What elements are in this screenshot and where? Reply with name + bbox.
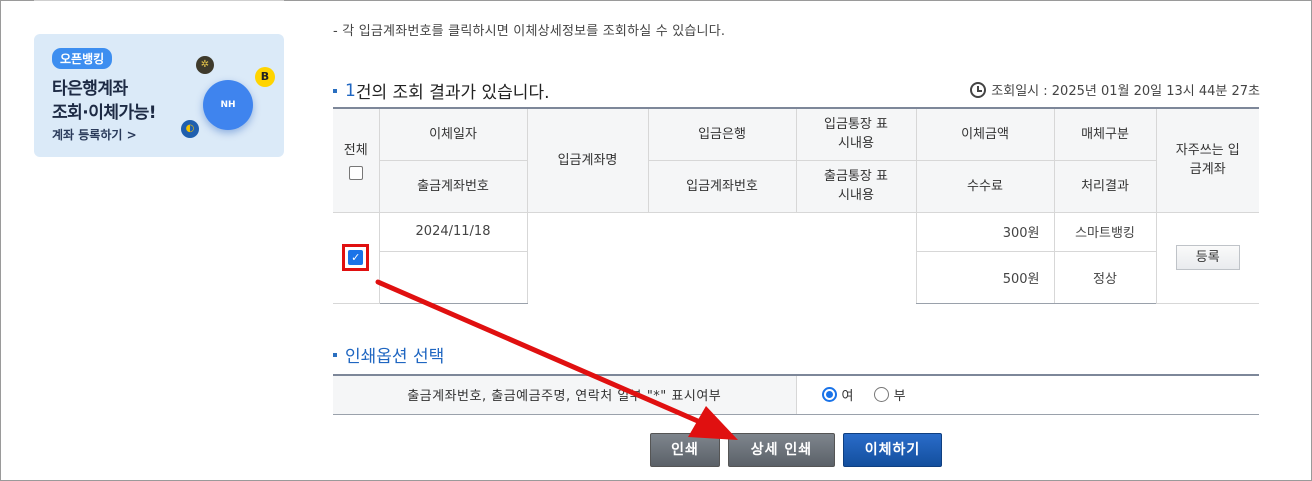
result-heading: 1 건의 조회 결과가 있습니다. — [333, 78, 549, 103]
masking-no-label[interactable]: 부 — [894, 389, 906, 404]
transfer-button[interactable]: 이체하기 — [843, 433, 942, 467]
register-button[interactable]: 등록 — [1175, 245, 1240, 270]
header-out-memo: 출금통장 표시내용 — [795, 159, 917, 213]
cell-status: 정상 — [1053, 250, 1156, 304]
header-status: 처리결과 — [1053, 159, 1156, 213]
header-all-label: 전체 — [343, 142, 368, 158]
masking-option-value: 여 부 — [796, 374, 1259, 415]
clock-icon — [970, 81, 987, 98]
cell-transfer-date: 2024/11/18 — [378, 211, 528, 252]
bank-coin-icon: ✲ — [196, 56, 214, 74]
inquiry-timestamp: 조회일시 : 2025년 01월 20일 13시 44분 27초 — [970, 80, 1260, 99]
transfer-results-table: 전체 이체일자 입금계좌명 입금은행 입금통장 표시내용 이체금액 매체구분 자… — [333, 107, 1259, 304]
open-banking-banner[interactable]: 오픈뱅킹 타은행계좌 조회·이체가능! 계좌 등록하기 > ✲ B ◐ NH — [34, 34, 284, 157]
select-all-checkbox[interactable] — [348, 165, 363, 180]
masking-yes-label[interactable]: 여 — [842, 389, 854, 404]
banner-register-link[interactable]: 계좌 등록하기 > — [52, 126, 137, 143]
header-amount: 이체금액 — [915, 107, 1055, 161]
kakao-bank-icon: B — [255, 67, 275, 87]
header-dest-memo-label: 입금통장 표시내용 — [824, 117, 888, 152]
result-suffix: 건의 조회 결과가 있습니다. — [355, 83, 550, 103]
row-select-cell: ✓ — [333, 211, 380, 304]
header-channel: 매체구분 — [1053, 107, 1157, 161]
print-options-table: 출금계좌번호, 출금예금주명, 연락처 일부 "*" 표시여부 여 부 — [333, 374, 1259, 415]
print-button[interactable]: 인쇄 — [650, 433, 720, 467]
cell-out-account[interactable] — [379, 250, 528, 304]
cell-favorite: 등록 — [1155, 211, 1259, 304]
bullet-icon — [333, 88, 337, 93]
cell-fee: 500원 — [915, 250, 1055, 304]
banner-headline-2: 조회·이체가능! — [52, 103, 157, 123]
banner-headline-1: 타은행계좌 — [52, 79, 128, 99]
bank-logo-icon: ◐ — [181, 120, 199, 138]
print-options-title: 인쇄옵션 선택 — [345, 347, 445, 367]
header-fee: 수수료 — [915, 159, 1055, 213]
header-dest-memo: 입금통장 표시내용 — [795, 107, 917, 161]
timestamp-text: 조회일시 : 2025년 01월 20일 13시 44분 27초 — [991, 84, 1260, 99]
notice-text: - 각 입금계좌번호를 클릭하시면 이체상세정보를 조회하실 수 있습니다. — [333, 24, 726, 39]
cell-dest-name — [527, 212, 648, 303]
header-favorite: 자주쓰는 입금계좌 — [1155, 107, 1259, 213]
header-out-account: 출금계좌번호 — [379, 159, 528, 213]
masking-no-radio[interactable] — [873, 387, 889, 403]
result-count: 1 — [345, 80, 356, 101]
row-checkbox[interactable]: ✓ — [348, 250, 364, 265]
header-select-all: 전체 — [333, 107, 380, 213]
masking-yes-radio[interactable] — [821, 387, 837, 403]
bullet-icon — [333, 352, 337, 357]
nh-bank-icon: NH — [203, 80, 253, 130]
sidebar-divider — [34, 0, 284, 1]
cell-memo — [796, 212, 916, 303]
cell-dest-bank[interactable] — [648, 212, 796, 303]
table-row[interactable]: ✓ 2024/11/18 300원 스마트뱅킹 등록 — [333, 211, 1259, 304]
detail-print-button[interactable]: 상세 인쇄 — [728, 433, 835, 467]
header-dest-name: 입금계좌명 — [526, 107, 649, 213]
cell-amount: 300원 — [915, 211, 1055, 252]
header-dest-account: 입금계좌번호 — [647, 159, 797, 213]
header-dest-bank: 입금은행 — [647, 107, 797, 161]
header-transfer-date: 이체일자 — [378, 107, 528, 161]
header-favorite-label: 자주쓰는 입금계좌 — [1175, 143, 1240, 178]
print-options-heading: 인쇄옵션 선택 — [333, 342, 444, 367]
row-checkbox-highlight: ✓ — [342, 244, 370, 271]
header-out-memo-label: 출금통장 표시내용 — [824, 169, 888, 203]
masking-option-label: 출금계좌번호, 출금예금주명, 연락처 일부 "*" 표시여부 — [333, 374, 797, 415]
cell-channel: 스마트뱅킹 — [1053, 211, 1157, 252]
banner-badge: 오픈뱅킹 — [52, 48, 113, 69]
